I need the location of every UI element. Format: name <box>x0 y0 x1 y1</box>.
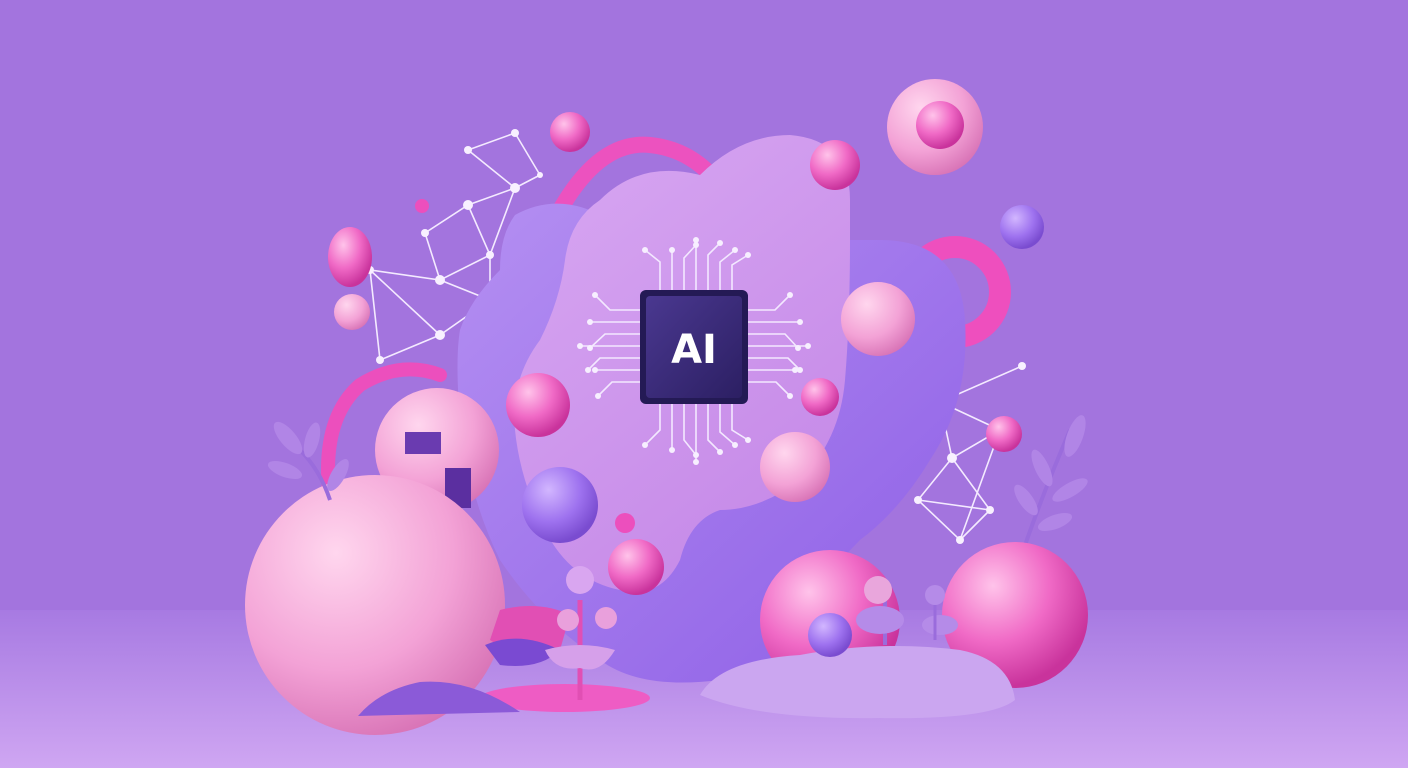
purple-sphere-top-right <box>1000 205 1044 249</box>
purple-sphere-ground <box>808 613 852 657</box>
pink-dot-left <box>415 199 429 213</box>
chip-label: AI <box>671 327 717 373</box>
pink-sphere-network-right <box>986 416 1022 452</box>
pink-sphere-left-small <box>334 294 370 330</box>
ai-illustration: AI <box>0 79 1408 768</box>
square-block-1 <box>405 432 441 454</box>
pink-sphere-top-center <box>810 140 860 190</box>
pink-egg-left <box>328 227 372 287</box>
microchip-icon: AI <box>640 290 748 404</box>
pink-dot-center <box>615 513 635 533</box>
pink-sphere-lower-center <box>760 432 830 502</box>
leaf-sprig-icon-right <box>1014 415 1088 561</box>
pink-sphere-top-right-inner <box>916 101 964 149</box>
pink-sphere-chip-right <box>801 378 839 416</box>
purple-sphere-lower-left <box>522 467 598 543</box>
pink-sphere-top-small <box>550 112 590 152</box>
pink-sphere-bottom-center <box>608 539 664 595</box>
pink-sphere-right-mid <box>841 282 915 356</box>
pink-sphere-chip-left <box>506 373 570 437</box>
